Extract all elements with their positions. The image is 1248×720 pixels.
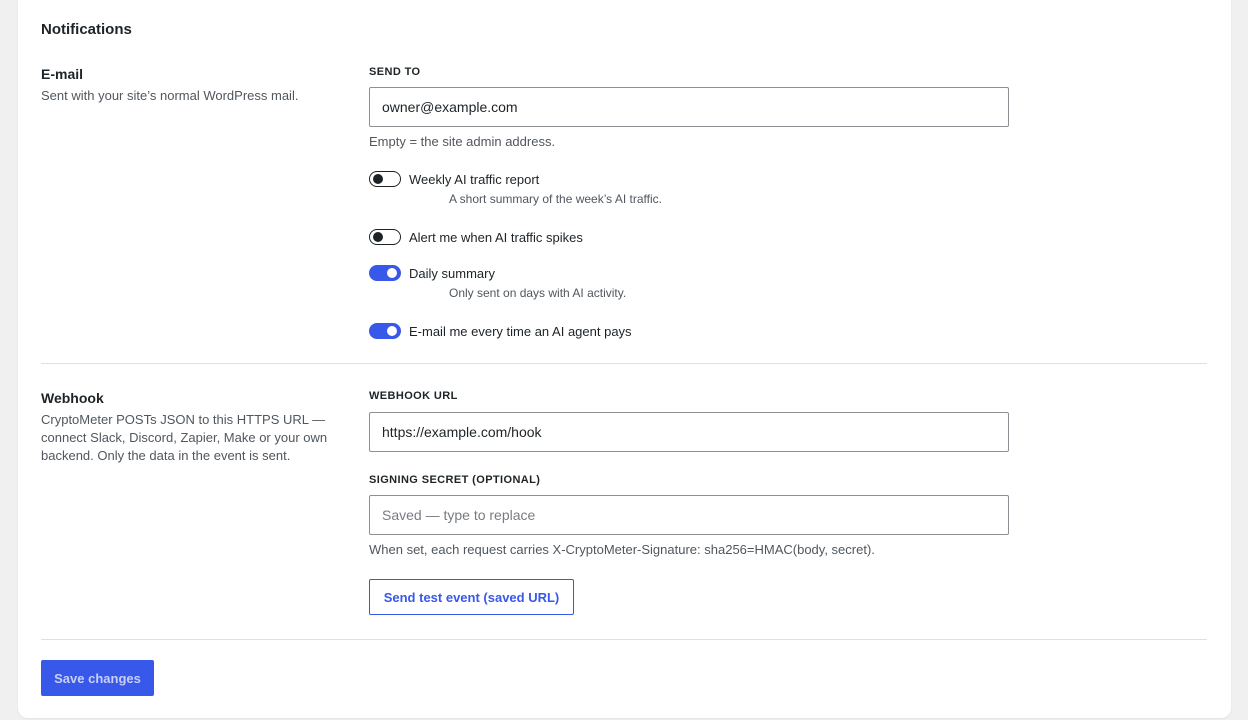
agent-pays-label: E-mail me every time an AI agent pays <box>409 323 632 339</box>
toggle-knob <box>387 326 397 336</box>
webhook-url-input[interactable] <box>369 412 1009 452</box>
email-section-description: Sent with your site’s normal WordPress m… <box>41 88 299 103</box>
daily-summary-description: Only sent on days with AI activity. <box>449 286 627 300</box>
notifications-card: Notifications E-mail Sent with your site… <box>18 0 1231 718</box>
card-title: Notifications <box>41 21 132 38</box>
toggle-knob <box>373 232 383 242</box>
agent-pays-toggle-row[interactable]: E-mail me every time an AI agent pays <box>369 322 632 340</box>
weekly-report-description: A short summary of the week’s AI traffic… <box>449 192 662 206</box>
send-to-help: Empty = the site admin address. <box>369 134 556 149</box>
spike-alert-toggle[interactable] <box>369 229 401 245</box>
send-to-input[interactable] <box>369 87 1009 127</box>
footer-divider <box>41 639 1207 640</box>
webhook-url-label: WEBHOOK URL <box>369 390 458 402</box>
daily-summary-label: Daily summary <box>409 265 495 281</box>
weekly-report-toggle[interactable] <box>369 171 401 187</box>
weekly-report-label: Weekly AI traffic report <box>409 171 540 187</box>
toggle-knob <box>387 268 397 278</box>
webhook-section-title: Webhook <box>41 390 104 406</box>
save-changes-button[interactable]: Save changes <box>41 660 154 696</box>
toggle-knob <box>373 174 383 184</box>
signing-secret-help: When set, each request carries X-CryptoM… <box>369 542 875 557</box>
daily-summary-toggle[interactable] <box>369 265 401 281</box>
section-divider <box>41 363 1207 364</box>
spike-alert-toggle-row[interactable]: Alert me when AI traffic spikes <box>369 228 583 246</box>
agent-pays-toggle[interactable] <box>369 323 401 339</box>
weekly-report-toggle-row[interactable]: Weekly AI traffic report <box>369 170 539 188</box>
signing-secret-label: SIGNING SECRET (OPTIONAL) <box>369 474 541 486</box>
webhook-section-description: CryptoMeter POSTs JSON to this HTTPS URL… <box>41 412 328 463</box>
send-test-event-button[interactable]: Send test event (saved URL) <box>369 579 574 615</box>
daily-summary-toggle-row[interactable]: Daily summary <box>369 264 495 282</box>
send-to-label: SEND TO <box>369 66 421 78</box>
spike-alert-label: Alert me when AI traffic spikes <box>409 229 583 245</box>
email-section-title: E-mail <box>41 66 84 82</box>
signing-secret-input[interactable] <box>369 495 1009 535</box>
